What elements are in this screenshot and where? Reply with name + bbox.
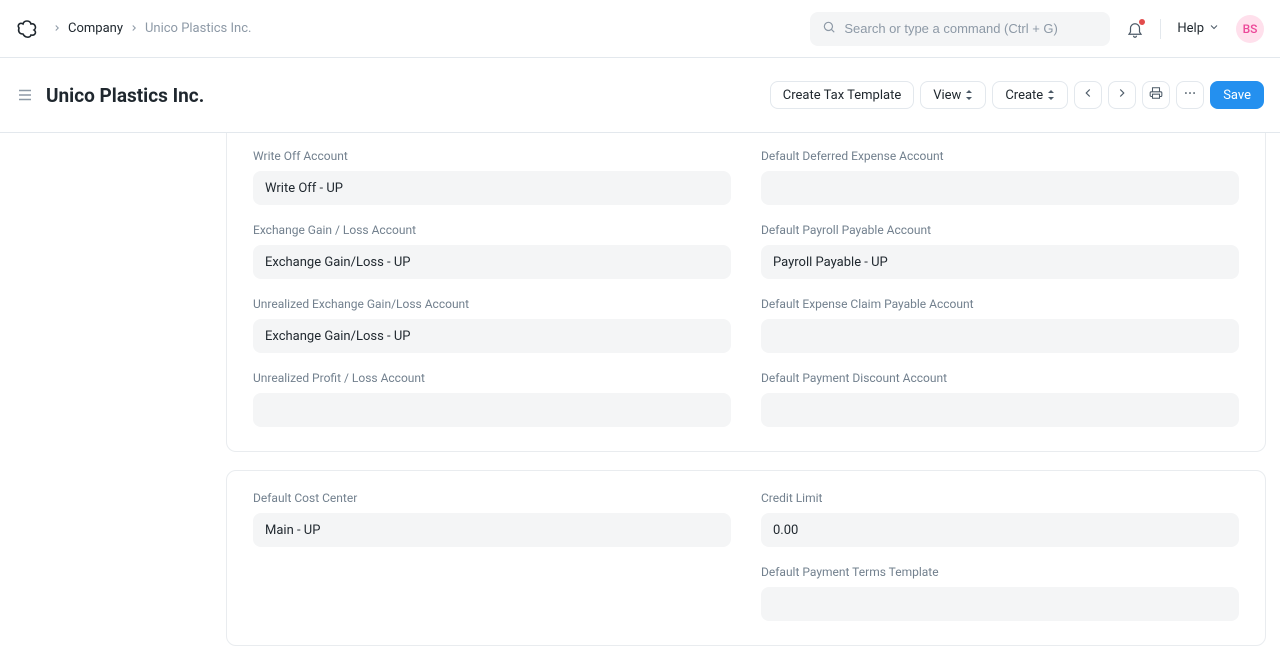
menu-toggle-icon[interactable] <box>16 86 34 104</box>
logo-icon[interactable] <box>16 17 40 41</box>
content-area: Write Off Account Exchange Gain / Loss A… <box>0 133 1280 658</box>
notifications-button[interactable] <box>1126 20 1144 38</box>
create-tax-template-button[interactable]: Create Tax Template <box>770 81 914 109</box>
create-button[interactable]: Create <box>992 81 1068 109</box>
search-box[interactable] <box>810 12 1110 46</box>
printer-icon <box>1149 86 1163 104</box>
help-label: Help <box>1177 21 1204 36</box>
page-header: Unico Plastics Inc. Create Tax Template … <box>0 58 1280 133</box>
print-button[interactable] <box>1142 81 1170 109</box>
create-label: Create <box>1005 88 1043 103</box>
view-label: View <box>933 88 961 103</box>
more-horizontal-icon <box>1183 86 1197 104</box>
unrealized-profit-input[interactable] <box>253 393 731 427</box>
chevron-right-icon <box>1115 86 1129 104</box>
expense-claim-payable-input[interactable] <box>761 319 1239 353</box>
save-button[interactable]: Save <box>1210 81 1264 109</box>
chevron-left-icon <box>1081 86 1095 104</box>
write-off-account-input[interactable] <box>253 171 731 205</box>
credit-limit-label: Credit Limit <box>761 491 1239 505</box>
page-title: Unico Plastics Inc. <box>46 84 204 107</box>
chevron-down-icon <box>1208 21 1220 37</box>
unrealized-exchange-label: Unrealized Exchange Gain/Loss Account <box>253 297 731 311</box>
page-actions: Create Tax Template View Create <box>770 81 1264 109</box>
more-button[interactable] <box>1176 81 1204 109</box>
breadcrumb: Company Unico Plastics Inc. <box>52 21 251 36</box>
payroll-payable-input[interactable] <box>761 245 1239 279</box>
payroll-payable-label: Default Payroll Payable Account <box>761 223 1239 237</box>
notification-dot-icon <box>1139 19 1145 25</box>
defaults-section: Default Cost Center Credit Limit Default… <box>226 470 1266 646</box>
chevron-right-icon <box>52 22 62 36</box>
divider <box>1160 19 1161 39</box>
page-header-left: Unico Plastics Inc. <box>16 84 204 107</box>
cost-center-label: Default Cost Center <box>253 491 731 505</box>
payment-discount-label: Default Payment Discount Account <box>761 371 1239 385</box>
nav-left: Company Unico Plastics Inc. <box>16 17 251 41</box>
avatar[interactable]: BS <box>1236 15 1264 43</box>
select-icon <box>965 90 973 100</box>
chevron-right-icon <box>129 22 139 36</box>
write-off-account-label: Write Off Account <box>253 149 731 163</box>
prev-button[interactable] <box>1074 81 1102 109</box>
view-button[interactable]: View <box>920 81 986 109</box>
help-button[interactable]: Help <box>1177 21 1220 37</box>
deferred-expense-input[interactable] <box>761 171 1239 205</box>
exchange-gain-loss-label: Exchange Gain / Loss Account <box>253 223 731 237</box>
payment-discount-input[interactable] <box>761 393 1239 427</box>
select-icon <box>1047 90 1055 100</box>
nav-right: Help BS <box>810 12 1264 46</box>
cost-center-input[interactable] <box>253 513 731 547</box>
next-button[interactable] <box>1108 81 1136 109</box>
expense-claim-payable-label: Default Expense Claim Payable Account <box>761 297 1239 311</box>
navbar: Company Unico Plastics Inc. Help BS <box>0 0 1280 58</box>
deferred-expense-label: Default Deferred Expense Account <box>761 149 1239 163</box>
breadcrumb-current: Unico Plastics Inc. <box>145 21 251 36</box>
search-icon <box>822 20 836 38</box>
accounts-section: Write Off Account Exchange Gain / Loss A… <box>226 133 1266 452</box>
payment-terms-label: Default Payment Terms Template <box>761 565 1239 579</box>
breadcrumb-company[interactable]: Company <box>68 21 123 36</box>
credit-limit-input[interactable] <box>761 513 1239 547</box>
payment-terms-input[interactable] <box>761 587 1239 621</box>
search-input[interactable] <box>844 21 1098 36</box>
unrealized-exchange-input[interactable] <box>253 319 731 353</box>
exchange-gain-loss-input[interactable] <box>253 245 731 279</box>
unrealized-profit-label: Unrealized Profit / Loss Account <box>253 371 731 385</box>
